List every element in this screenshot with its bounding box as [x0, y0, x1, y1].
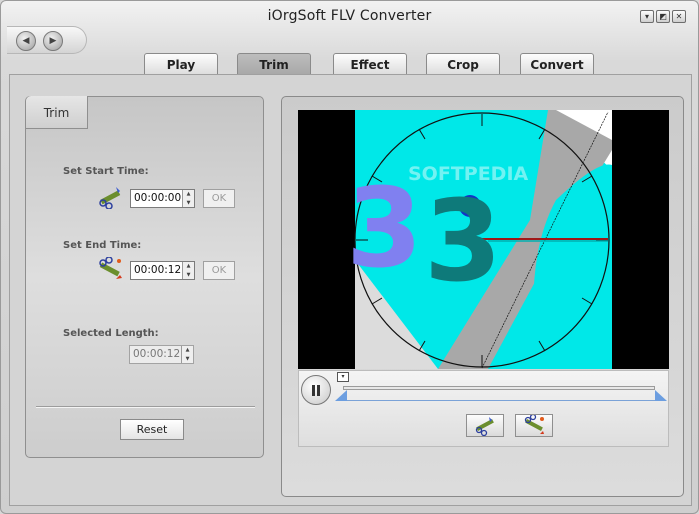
content-area: Trim Set Start Time: 00:00:00 ▲ ▼ OK Set… [9, 74, 692, 506]
trim-start-handle[interactable] [335, 390, 347, 401]
forward-icon[interactable]: ▶ [43, 31, 63, 51]
scissors-end-icon [524, 413, 544, 434]
panel-divider [36, 406, 255, 408]
back-icon[interactable]: ◀ [16, 31, 36, 51]
player-controls: ▾ [298, 370, 669, 447]
window-controls: ▾ ◩ ✕ [640, 10, 686, 23]
stepper-down-icon[interactable]: ▼ [183, 270, 194, 279]
window-title: iOrgSoft FLV Converter [267, 8, 432, 24]
seek-track[interactable] [343, 386, 655, 390]
stepper-up-icon: ▲ [182, 346, 193, 355]
start-time-label: Set Start Time: [63, 166, 149, 177]
trim-panel-tab[interactable]: Trim [26, 96, 88, 129]
main-tabs: Play Trim Effect Crop Convert [1, 53, 698, 75]
pause-button[interactable] [301, 375, 331, 405]
scissors-start-icon [475, 417, 494, 437]
close-icon[interactable]: ✕ [672, 10, 686, 23]
app-window: iOrgSoft FLV Converter ▾ ◩ ✕ ◀ ▶ Play Tr… [0, 0, 699, 514]
selected-length-value: 00:00:12 [133, 348, 181, 360]
nav-buttons: ◀ ▶ [7, 26, 87, 54]
stepper-up-icon[interactable]: ▲ [183, 190, 194, 199]
tab-convert[interactable]: Convert [520, 53, 594, 75]
end-time-value: 00:00:12 [134, 264, 182, 276]
stepper-down-icon[interactable]: ▼ [183, 198, 194, 207]
minimize-icon[interactable]: ◩ [656, 10, 670, 23]
scissors-start-icon [99, 187, 121, 209]
trim-end-handle[interactable] [655, 390, 667, 401]
tab-crop[interactable]: Crop [426, 53, 500, 75]
video-preview: 3 3 SOFTPEDIA [298, 110, 669, 369]
set-start-button[interactable] [466, 414, 504, 437]
tab-play[interactable]: Play [144, 53, 218, 75]
end-time-input[interactable]: 00:00:12 ▲ ▼ [130, 261, 195, 280]
watermark: SOFTPEDIA [408, 163, 529, 185]
video-frame: 3 3 SOFTPEDIA [298, 110, 669, 369]
preview-panel: 3 3 SOFTPEDIA ▾ [281, 96, 684, 497]
set-end-button[interactable] [515, 413, 553, 437]
reset-button[interactable]: Reset [120, 419, 184, 440]
countdown-digit: 3 [424, 177, 502, 307]
start-time-value: 00:00:00 [134, 192, 182, 204]
trim-range-line [342, 400, 657, 401]
selected-length-field: 00:00:12 ▲ ▼ [129, 345, 194, 364]
menu-dropdown-icon[interactable]: ▾ [640, 10, 654, 23]
start-ok-button[interactable]: OK [203, 189, 235, 208]
tab-effect[interactable]: Effect [333, 53, 407, 75]
stepper-down-icon: ▼ [182, 354, 193, 363]
selected-length-label: Selected Length: [63, 328, 159, 339]
trim-panel: Trim Set Start Time: 00:00:00 ▲ ▼ OK Set… [25, 96, 264, 458]
start-time-input[interactable]: 00:00:00 ▲ ▼ [130, 189, 195, 208]
end-time-stepper[interactable]: ▲ ▼ [182, 262, 194, 279]
end-time-label: Set End Time: [63, 240, 142, 251]
end-ok-button[interactable]: OK [203, 261, 235, 280]
selected-length-stepper: ▲ ▼ [181, 346, 193, 363]
tab-trim[interactable]: Trim [237, 53, 311, 75]
stepper-up-icon[interactable]: ▲ [183, 262, 194, 271]
scissors-end-icon [99, 257, 122, 279]
playhead-marker-icon[interactable]: ▾ [337, 372, 349, 382]
start-time-stepper[interactable]: ▲ ▼ [182, 190, 194, 207]
